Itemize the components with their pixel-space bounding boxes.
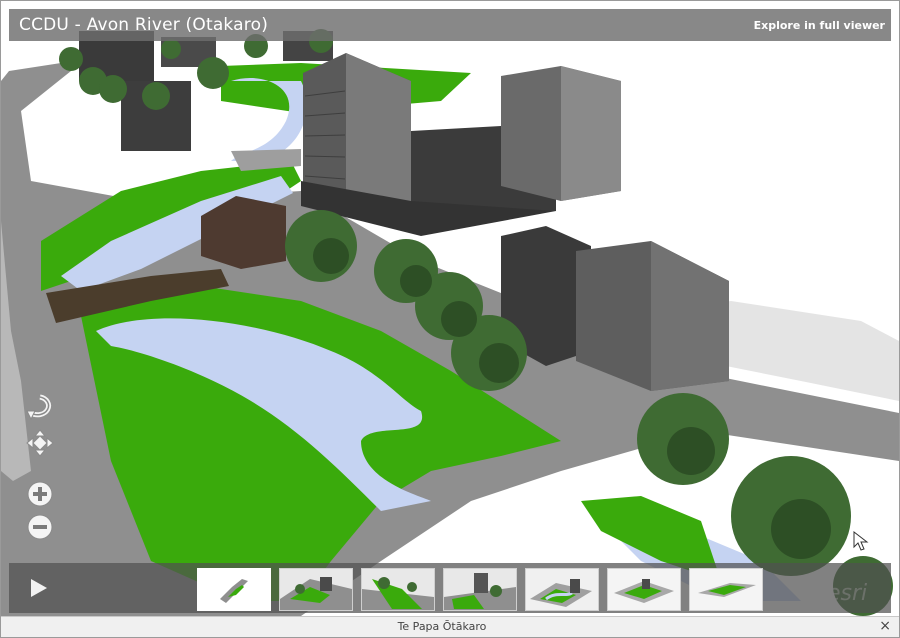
slide-thumbnail-1[interactable] [197, 568, 271, 611]
title-bar: CCDU - Avon River (Otakaro) Explore in f… [9, 9, 891, 41]
play-icon[interactable] [31, 579, 47, 597]
scene-viewer-window: CCDU - Avon River (Otakaro) Explore in f… [0, 0, 900, 638]
slides-bar [9, 563, 891, 613]
slide-thumbnail-4[interactable] [443, 568, 517, 611]
close-icon[interactable]: × [879, 618, 891, 634]
3d-scene-rendering[interactable] [1, 1, 899, 616]
slide-thumbnail-6[interactable] [607, 568, 681, 611]
orbit-icon[interactable] [25, 393, 55, 423]
pan-icon[interactable] [25, 428, 55, 458]
zoom-in-icon[interactable] [25, 479, 55, 509]
slide-caption: Te Papa Ōtākaro [397, 620, 487, 633]
explore-full-viewer-link[interactable]: Explore in full viewer [754, 19, 885, 32]
slide-thumbnail-5[interactable] [525, 568, 599, 611]
zoom-out-icon[interactable] [25, 512, 55, 542]
caption-bar: Te Papa Ōtākaro × [1, 616, 899, 637]
slide-thumbnail-3[interactable] [361, 568, 435, 611]
slide-thumbnail-7[interactable] [689, 568, 763, 611]
mouse-cursor-icon [853, 530, 869, 556]
3d-scene-view[interactable] [1, 1, 899, 616]
slide-thumbnail-2[interactable] [279, 568, 353, 611]
scene-title: CCDU - Avon River (Otakaro) [19, 15, 269, 35]
